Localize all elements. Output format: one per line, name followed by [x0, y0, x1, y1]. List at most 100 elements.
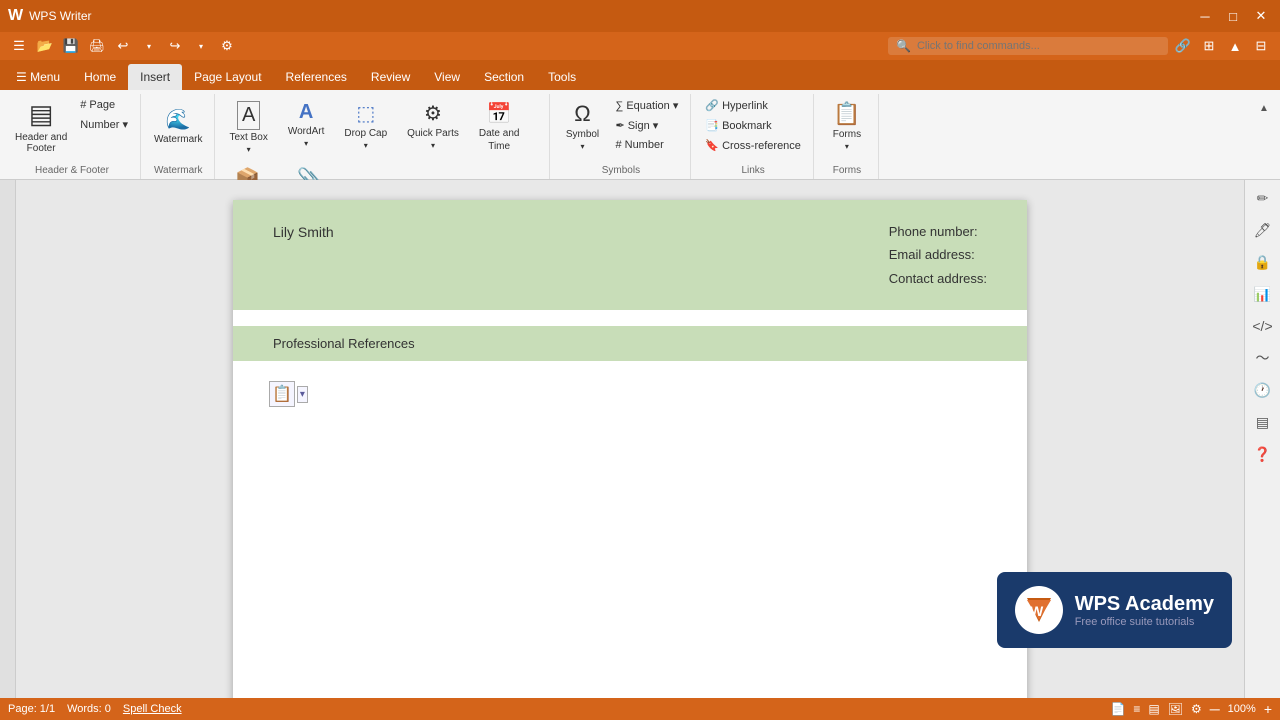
title-bar-right: ─ □ ✕	[1194, 5, 1272, 27]
maximize-button[interactable]: □	[1222, 5, 1244, 27]
open-button[interactable]: 📂	[34, 35, 56, 57]
expand-button[interactable]: ⊞	[1198, 35, 1220, 57]
cross-ref-icon: 🔖	[705, 139, 719, 152]
hyperlink-button[interactable]: 🔗 Hyperlink	[699, 96, 807, 115]
sidebar-icon-history[interactable]: 🕐	[1249, 376, 1277, 404]
undo-button[interactable]: ↩	[112, 35, 134, 57]
section-header: Professional References	[233, 326, 1027, 361]
cross-reference-button[interactable]: 🔖 Cross-reference	[699, 136, 807, 155]
bookmark-button[interactable]: 📑 Bookmark	[699, 116, 807, 135]
spell-check[interactable]: Spell Check	[123, 703, 182, 715]
page-number-button[interactable]: # Page	[74, 96, 134, 114]
text-box-button[interactable]: A Text Box ▾	[223, 96, 275, 159]
print-button[interactable]: 🖨	[86, 35, 108, 57]
undo-dropdown[interactable]: ▾	[138, 35, 160, 57]
sidebar-icon-edit[interactable]: 🖊	[1249, 216, 1277, 244]
document-content[interactable]: 📋 ▾	[233, 361, 1027, 561]
sign-button[interactable]: ✒ Sign ▾	[610, 116, 685, 135]
author-name: Lily Smith	[273, 220, 334, 240]
sidebar-icon-code[interactable]: </>	[1249, 312, 1277, 340]
view-outline[interactable]: ≡	[1133, 702, 1140, 716]
ribbon-group-header-footer: ▤ Header andFooter # Page Number ▾ Heade…	[4, 94, 141, 179]
watermark-icon: 🌊	[166, 107, 191, 132]
quick-parts-icon: ⚙	[424, 101, 442, 126]
ribbon: ▤ Header andFooter # Page Number ▾ Heade…	[0, 90, 1280, 180]
forms-button[interactable]: 📋 Forms ▾	[822, 96, 872, 156]
sidebar-icon-pen[interactable]: ✏	[1249, 184, 1277, 212]
collapse-button[interactable]: ⊟	[1250, 35, 1272, 57]
equation-sign-col: ∑ Equation ▾ ✒ Sign ▾ # Number	[610, 96, 685, 154]
ribbon-group-forms: 📋 Forms ▾ Forms	[816, 94, 879, 179]
ribbon-group-links: 🔗 Hyperlink 📑 Bookmark 🔖 Cross-reference…	[693, 94, 814, 179]
watermark-button[interactable]: 🌊 Watermark	[149, 96, 208, 156]
header-footer-label: Header & Footer	[10, 163, 134, 179]
app-title: WPS Writer	[29, 9, 91, 23]
main-area: Lily Smith Phone number: Email address: …	[0, 180, 1280, 698]
sidebar-icon-lock[interactable]: 🔒	[1249, 248, 1277, 276]
word-count: Words: 0	[67, 703, 111, 715]
tab-view[interactable]: View	[422, 64, 472, 90]
page-number-dropdown[interactable]: Number ▾	[74, 115, 134, 134]
search-input[interactable]	[917, 40, 1137, 52]
menu-button[interactable]: ☰	[8, 35, 30, 57]
collapse-ribbon-button[interactable]: ▲	[1256, 98, 1272, 118]
tab-references[interactable]: References	[274, 64, 359, 90]
tab-review[interactable]: Review	[359, 64, 422, 90]
search-icon: 🔍	[896, 39, 911, 53]
watermark-buttons: 🌊 Watermark	[149, 96, 208, 163]
page-number-group: # Page Number ▾	[74, 96, 134, 134]
paste-icon[interactable]: 📋	[269, 381, 295, 407]
page-number-icon: #	[80, 99, 86, 111]
tab-menu[interactable]: ☰ Menu	[4, 64, 72, 90]
sidebar-icon-layout[interactable]: ▤	[1249, 408, 1277, 436]
date-time-button[interactable]: 📅 Date and Time	[472, 96, 527, 157]
number-icon: #	[616, 139, 622, 151]
document-area[interactable]: Lily Smith Phone number: Email address: …	[16, 180, 1244, 698]
document-page: Lily Smith Phone number: Email address: …	[233, 200, 1027, 698]
share-button[interactable]: 🔗	[1172, 35, 1194, 57]
status-bar-right: 📄 ≡ ▤ 🖼 ⚙ ─ 100% +	[1110, 701, 1272, 717]
sidebar-icon-help[interactable]: ❓	[1249, 440, 1277, 468]
redo-dropdown[interactable]: ▾	[190, 35, 212, 57]
header-footer-buttons: ▤ Header andFooter # Page Number ▾	[10, 96, 134, 163]
redo-button[interactable]: ↪	[164, 35, 186, 57]
minimize-button[interactable]: ─	[1194, 5, 1216, 27]
equation-button[interactable]: ∑ Equation ▾	[610, 96, 685, 115]
ribbon-group-watermark: 🌊 Watermark Watermark	[143, 94, 215, 179]
tab-section[interactable]: Section	[472, 64, 536, 90]
view-settings[interactable]: ⚙	[1191, 702, 1202, 716]
number-button[interactable]: # Number	[610, 136, 685, 154]
tab-insert[interactable]: Insert	[128, 64, 182, 90]
collapse-ribbon[interactable]: ▲	[1224, 35, 1246, 57]
view-web[interactable]: ▤	[1148, 702, 1159, 716]
zoom-out[interactable]: ─	[1210, 701, 1220, 717]
header-footer-icon: ▤	[29, 99, 54, 130]
sidebar-icon-wave[interactable]: 〜	[1249, 344, 1277, 372]
zoom-level: 100%	[1228, 703, 1256, 715]
tab-home[interactable]: Home	[72, 64, 128, 90]
contact-info: Phone number: Email address: Contact add…	[889, 220, 987, 290]
symbol-button[interactable]: Ω Symbol ▾	[558, 96, 608, 156]
email-label: Email address:	[889, 243, 987, 266]
customize-qa[interactable]: ⚙	[216, 35, 238, 57]
tab-page-layout[interactable]: Page Layout	[182, 64, 273, 90]
quick-parts-button[interactable]: ⚙ Quick Parts ▾	[400, 96, 466, 155]
drop-cap-button[interactable]: ⬚ Drop Cap ▾	[337, 96, 394, 155]
symbols-buttons: Ω Symbol ▾ ∑ Equation ▾ ✒ Sign ▾ # Numbe…	[558, 96, 685, 163]
separator	[233, 310, 1027, 326]
save-button[interactable]: 💾	[60, 35, 82, 57]
tab-tools[interactable]: Tools	[536, 64, 588, 90]
view-read[interactable]: 🖼	[1168, 702, 1183, 716]
wordart-icon: A	[299, 101, 313, 124]
sidebar-icon-chart[interactable]: 📊	[1249, 280, 1277, 308]
zoom-in[interactable]: +	[1264, 701, 1272, 717]
view-normal[interactable]: 📄	[1110, 702, 1125, 716]
close-button[interactable]: ✕	[1250, 5, 1272, 27]
ribbon-group-text: A Text Box ▾ A WordArt ▾ ⬚ Drop Cap ▾	[217, 94, 550, 179]
app-icon: W	[8, 7, 23, 25]
date-time-icon: 📅	[487, 101, 512, 126]
header-footer-button[interactable]: ▤ Header andFooter	[10, 96, 72, 156]
wordart-button[interactable]: A WordArt ▾	[281, 96, 332, 153]
title-bar-left: W WPS Writer	[8, 7, 92, 25]
paste-dropdown[interactable]: ▾	[297, 386, 308, 403]
